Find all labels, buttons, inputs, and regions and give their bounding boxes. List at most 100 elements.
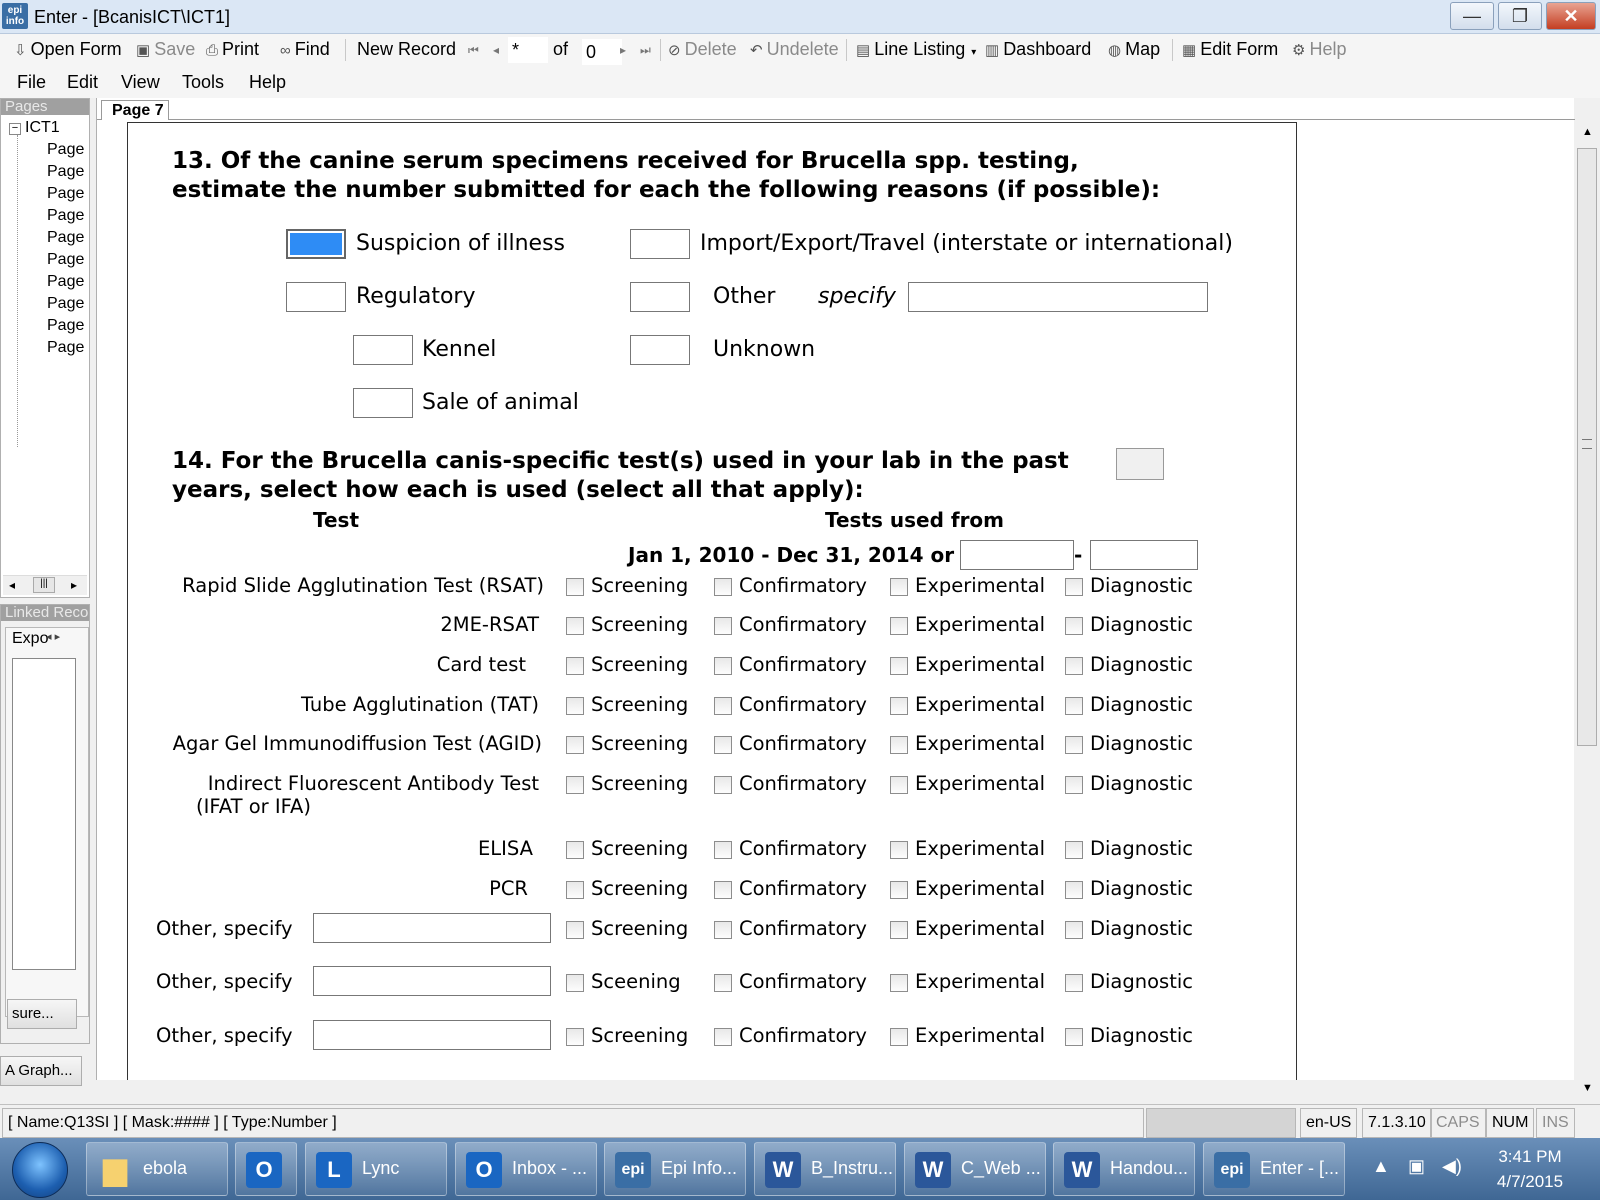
volume-icon[interactable]: ◀) bbox=[1442, 1156, 1462, 1177]
experimental-checkbox[interactable] bbox=[890, 657, 908, 675]
experimental-checkbox[interactable] bbox=[890, 921, 908, 939]
new-record-button[interactable]: New Record bbox=[357, 39, 456, 60]
diagnostic-checkbox[interactable] bbox=[1065, 657, 1083, 675]
import-export-input[interactable] bbox=[630, 229, 690, 259]
scroll-thumb[interactable]: ||| bbox=[33, 577, 55, 593]
confirmatory-checkbox[interactable] bbox=[714, 921, 732, 939]
menu-tools[interactable]: Tools bbox=[182, 72, 224, 93]
taskbar-item[interactable]: O bbox=[235, 1142, 297, 1196]
start-button[interactable] bbox=[12, 1142, 68, 1198]
tree-item-page[interactable]: Page bbox=[47, 295, 84, 313]
system-clock[interactable]: 3:41 PM 4/7/2015 bbox=[1490, 1144, 1570, 1194]
diagnostic-checkbox[interactable] bbox=[1065, 881, 1083, 899]
print-button[interactable]: ⎙ Print bbox=[206, 39, 259, 60]
end-date-input[interactable] bbox=[1090, 540, 1198, 570]
tree-item-page[interactable]: Page bbox=[47, 185, 84, 203]
scroll-left-icon[interactable]: ◂ bbox=[9, 578, 15, 592]
experimental-checkbox[interactable] bbox=[890, 1028, 908, 1046]
screening-checkbox[interactable] bbox=[566, 697, 584, 715]
tree-item-page[interactable]: Page bbox=[47, 273, 84, 291]
diagnostic-checkbox[interactable] bbox=[1065, 841, 1083, 859]
tree-item-page[interactable]: Page bbox=[47, 163, 84, 181]
delete-button[interactable]: ⊘ Delete bbox=[668, 39, 737, 60]
confirmatory-checkbox[interactable] bbox=[714, 776, 732, 794]
next-record-icon[interactable]: ▸ bbox=[620, 43, 626, 57]
tree-item-page[interactable]: Page bbox=[47, 141, 84, 159]
scroll-up-icon[interactable]: ▲ bbox=[1582, 126, 1593, 138]
unknown-input[interactable] bbox=[630, 335, 690, 365]
tree-item-page[interactable]: Page bbox=[47, 229, 84, 247]
confirmatory-checkbox[interactable] bbox=[714, 657, 732, 675]
help-button[interactable]: ⚙ Help bbox=[1292, 39, 1346, 60]
tree-item-page[interactable]: Page bbox=[47, 339, 84, 357]
experimental-checkbox[interactable] bbox=[890, 974, 908, 992]
scroll-thumb[interactable] bbox=[1577, 148, 1597, 746]
sale-of-animal-input[interactable] bbox=[353, 388, 413, 418]
other-test-specify-input[interactable] bbox=[313, 913, 551, 943]
diagnostic-checkbox[interactable] bbox=[1065, 1028, 1083, 1046]
confirmatory-checkbox[interactable] bbox=[714, 1028, 732, 1046]
screening-checkbox[interactable] bbox=[566, 974, 584, 992]
line-listing-button[interactable]: ▤ Line Listing ▾ bbox=[856, 39, 976, 60]
screening-checkbox[interactable] bbox=[566, 617, 584, 635]
taskbar-item[interactable]: epi Enter - [... bbox=[1203, 1142, 1345, 1196]
confirmatory-checkbox[interactable] bbox=[714, 697, 732, 715]
last-record-icon[interactable]: ⏭ bbox=[640, 43, 651, 58]
screening-checkbox[interactable] bbox=[566, 841, 584, 859]
taskbar-item[interactable]: O Inbox - ... bbox=[455, 1142, 597, 1196]
open-form-button[interactable]: ⇩ Open Form bbox=[14, 39, 122, 60]
regulatory-input[interactable] bbox=[286, 282, 346, 312]
scroll-down-icon[interactable]: ▼ bbox=[1582, 1082, 1593, 1094]
tree-item-page[interactable]: Page bbox=[47, 251, 84, 269]
confirmatory-checkbox[interactable] bbox=[714, 974, 732, 992]
dashboard-button[interactable]: ▥ Dashboard bbox=[985, 39, 1091, 60]
screening-checkbox[interactable] bbox=[566, 881, 584, 899]
tree-item-page[interactable]: Page bbox=[47, 207, 84, 225]
taskbar-item[interactable]: W Handou... bbox=[1053, 1142, 1195, 1196]
minimize-button[interactable]: — bbox=[1450, 2, 1494, 30]
kennel-input[interactable] bbox=[353, 335, 413, 365]
experimental-checkbox[interactable] bbox=[890, 617, 908, 635]
maximize-button[interactable]: ❐ bbox=[1498, 2, 1542, 30]
menu-file[interactable]: File bbox=[17, 72, 46, 93]
tab-page-7[interactable]: Page 7 bbox=[101, 100, 169, 120]
confirmatory-checkbox[interactable] bbox=[714, 841, 732, 859]
linked-tab-expo[interactable]: Expo bbox=[12, 630, 48, 648]
tab-scroll-arrows[interactable]: ◂ ▸ bbox=[46, 630, 86, 650]
taskbar-item[interactable]: L Lync bbox=[305, 1142, 447, 1196]
confirmatory-checkbox[interactable] bbox=[714, 617, 732, 635]
other-reason-input[interactable] bbox=[630, 282, 690, 312]
experimental-checkbox[interactable] bbox=[890, 736, 908, 754]
start-date-input[interactable] bbox=[960, 540, 1074, 570]
save-button[interactable]: ▣ Save bbox=[136, 39, 195, 60]
confirmatory-checkbox[interactable] bbox=[714, 881, 732, 899]
screening-checkbox[interactable] bbox=[566, 578, 584, 596]
taskbar-item[interactable]: epi Epi Info... bbox=[604, 1142, 746, 1196]
previous-record-icon[interactable]: ◂ bbox=[493, 43, 499, 57]
pages-horizontal-scrollbar[interactable]: ◂ ||| ▸ bbox=[3, 575, 87, 595]
find-button[interactable]: ∞ Find bbox=[280, 39, 330, 60]
screening-checkbox[interactable] bbox=[566, 736, 584, 754]
record-number-input[interactable]: * bbox=[508, 37, 548, 63]
screening-checkbox[interactable] bbox=[566, 921, 584, 939]
other-test-specify-input[interactable] bbox=[313, 1020, 551, 1050]
diagnostic-checkbox[interactable] bbox=[1065, 617, 1083, 635]
tree-item-page[interactable]: Page bbox=[47, 317, 84, 335]
network-icon[interactable]: ▣ bbox=[1408, 1156, 1425, 1177]
screening-checkbox[interactable] bbox=[566, 657, 584, 675]
scroll-right-icon[interactable]: ▸ bbox=[71, 578, 77, 592]
edit-form-button[interactable]: ▦ Edit Form bbox=[1182, 39, 1278, 60]
screening-checkbox[interactable] bbox=[566, 1028, 584, 1046]
collapse-icon[interactable]: − bbox=[9, 123, 21, 135]
taskbar-item[interactable]: W C_Web ... bbox=[904, 1142, 1046, 1196]
taskbar-item[interactable]: W B_Instru... bbox=[754, 1142, 896, 1196]
graph-button[interactable]: A Graph... bbox=[0, 1056, 82, 1086]
experimental-checkbox[interactable] bbox=[890, 697, 908, 715]
first-record-icon[interactable]: ⏮ bbox=[468, 43, 479, 58]
experimental-checkbox[interactable] bbox=[890, 841, 908, 859]
taskbar-item[interactable]: ▆ ebola bbox=[86, 1142, 228, 1196]
confirmatory-checkbox[interactable] bbox=[714, 578, 732, 596]
diagnostic-checkbox[interactable] bbox=[1065, 974, 1083, 992]
menu-view[interactable]: View bbox=[121, 72, 160, 93]
diagnostic-checkbox[interactable] bbox=[1065, 776, 1083, 794]
